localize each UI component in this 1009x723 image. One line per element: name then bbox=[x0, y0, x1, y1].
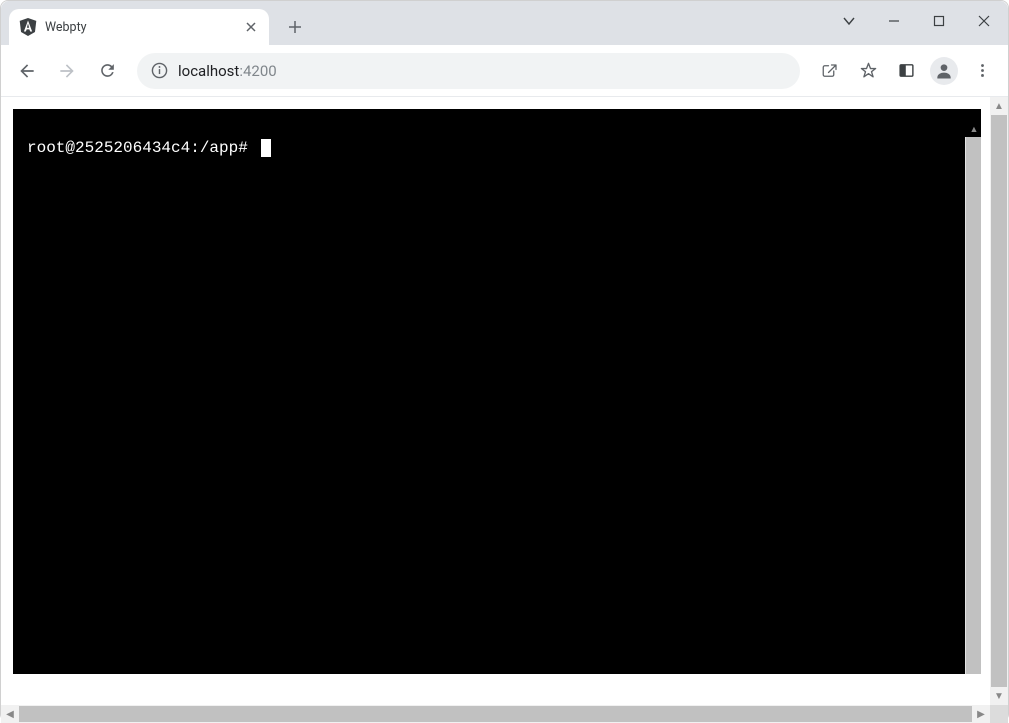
maximize-button[interactable] bbox=[916, 3, 961, 39]
angular-icon bbox=[19, 18, 37, 36]
terminal[interactable]: root@2525206434c4:/app# ▲ bbox=[13, 109, 981, 674]
terminal-prompt-line: root@2525206434c4:/app# bbox=[27, 139, 971, 157]
terminal-prompt: root@2525206434c4:/app# bbox=[27, 139, 257, 157]
page-horizontal-scrollbar[interactable]: ◀ ▶ bbox=[1, 705, 990, 723]
forward-button[interactable] bbox=[49, 53, 85, 89]
scroll-up-arrow-icon[interactable]: ▲ bbox=[966, 121, 982, 137]
tab-search-button[interactable] bbox=[826, 3, 871, 39]
scroll-corner bbox=[990, 705, 1008, 723]
tab-title: Webpty bbox=[45, 20, 235, 35]
bookmark-button[interactable] bbox=[850, 53, 886, 89]
side-panel-button[interactable] bbox=[888, 53, 924, 89]
browser-toolbar: localhost:4200 bbox=[1, 45, 1008, 97]
url-port: :4200 bbox=[239, 62, 276, 80]
scroll-left-arrow-icon[interactable]: ◀ bbox=[1, 705, 19, 723]
terminal-scrollbar[interactable]: ▲ bbox=[965, 137, 981, 674]
site-info-icon[interactable] bbox=[151, 62, 168, 79]
scrollbar-thumb[interactable] bbox=[991, 115, 1007, 687]
menu-button[interactable] bbox=[964, 53, 1000, 89]
reload-button[interactable] bbox=[89, 53, 125, 89]
address-bar[interactable]: localhost:4200 bbox=[137, 53, 800, 89]
scroll-down-arrow-icon[interactable]: ▼ bbox=[990, 687, 1008, 705]
page-vertical-scrollbar[interactable]: ▲ ▼ bbox=[990, 97, 1008, 705]
url-text: localhost:4200 bbox=[178, 62, 277, 80]
scroll-right-arrow-icon[interactable]: ▶ bbox=[972, 705, 990, 723]
scrollbar-thumb[interactable] bbox=[966, 137, 981, 674]
browser-tab[interactable]: Webpty bbox=[9, 9, 269, 45]
share-button[interactable] bbox=[812, 53, 848, 89]
back-button[interactable] bbox=[9, 53, 45, 89]
close-tab-button[interactable] bbox=[243, 19, 259, 35]
content-area: root@2525206434c4:/app# ▲ ▲ ▼ ◀ ▶ bbox=[1, 97, 1008, 723]
toolbar-actions bbox=[812, 53, 1000, 89]
minimize-button[interactable] bbox=[871, 3, 916, 39]
profile-avatar[interactable] bbox=[930, 57, 958, 85]
new-tab-button[interactable] bbox=[281, 13, 309, 41]
tab-strip: Webpty bbox=[1, 1, 1008, 45]
page-viewport: root@2525206434c4:/app# ▲ bbox=[1, 97, 990, 705]
close-window-button[interactable] bbox=[961, 3, 1006, 39]
url-host: localhost bbox=[178, 62, 239, 80]
window-controls bbox=[826, 1, 1006, 41]
scroll-up-arrow-icon[interactable]: ▲ bbox=[990, 97, 1008, 115]
terminal-cursor bbox=[261, 139, 271, 157]
scrollbar-thumb[interactable] bbox=[19, 706, 972, 722]
